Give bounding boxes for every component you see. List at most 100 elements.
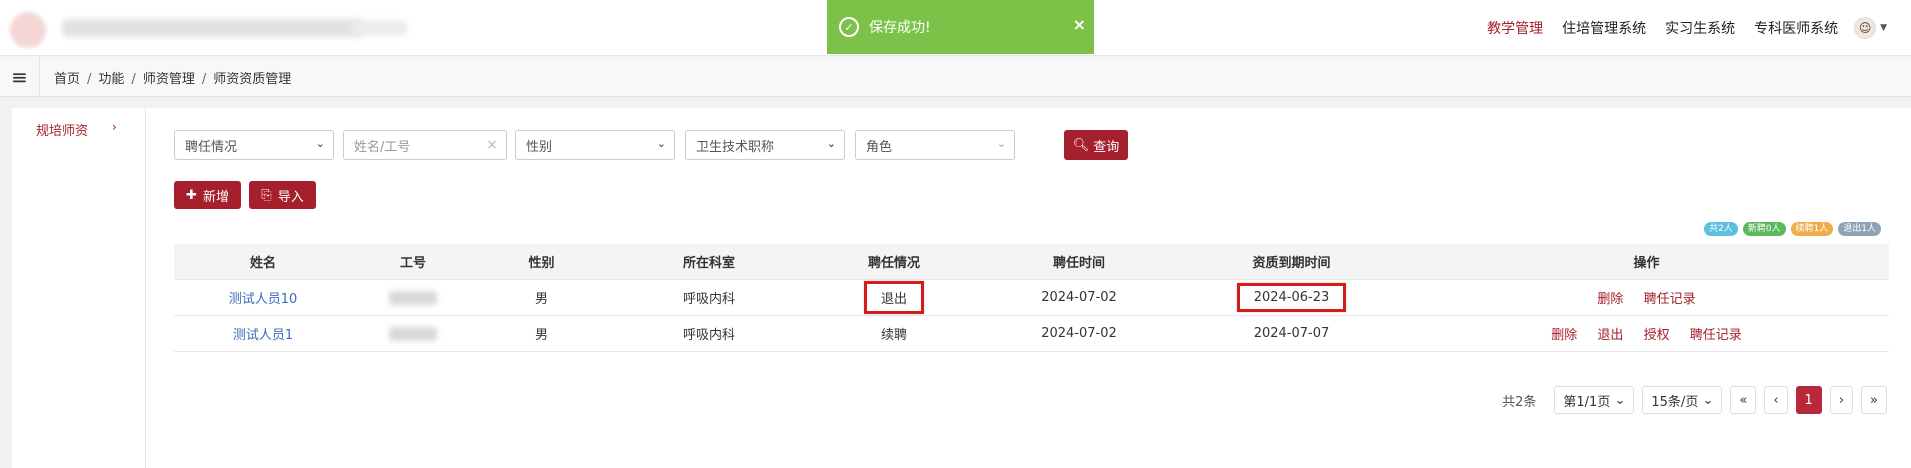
breadcrumb-home[interactable]: 首页 [54, 72, 80, 87]
chevron-down-icon: ⌄ [996, 137, 1006, 150]
page-size-select[interactable]: 15条/页 ⌄ [1642, 386, 1723, 414]
expire-date-cell: 2024-07-07 [1253, 326, 1330, 341]
prev-page-button[interactable]: ‹ [1764, 386, 1788, 414]
professional-title-select[interactable]: 卫生技术职称 ⌄ [685, 130, 845, 160]
page-size-value: 15条/页 [1651, 394, 1699, 410]
teacher-name-link[interactable]: 测试人员1 [233, 328, 293, 343]
nav-intern-system[interactable]: 实习生系统 [1665, 18, 1735, 38]
sidebar-item-residency-teachers[interactable]: 规培师资 [36, 120, 88, 139]
nav-teaching-management[interactable]: 教学管理 [1487, 18, 1543, 38]
query-label: 查询 [1093, 139, 1120, 155]
header-id: 工号 [399, 256, 426, 271]
toast-message: 保存成功! [869, 20, 931, 36]
pagination: 共2条 第1/1页 ⌄ 15条/页 ⌄ « ‹ 1 › » [1502, 386, 1887, 414]
close-icon[interactable]: × [1073, 15, 1086, 34]
dept-cell: 呼吸内科 [682, 328, 735, 343]
badge-exit: 退出1人 [1838, 222, 1881, 236]
chevron-down-icon: ⌄ [1614, 392, 1626, 408]
chevron-down-icon[interactable]: ▼ [1880, 23, 1887, 33]
status-cell-highlighted: 退出 [863, 281, 924, 314]
header-actions: 操作 [1633, 256, 1660, 271]
authorize-link[interactable]: 授权 [1644, 328, 1670, 343]
employment-status-select[interactable]: 聘任情况 ⌄ [174, 130, 334, 160]
role-value: 角色 [866, 139, 893, 155]
page-1-button[interactable]: 1 [1795, 386, 1822, 414]
table-row: 测试人员10 男 呼吸内科 退出 2024-07-02 2024-06-23 删… [174, 280, 1889, 316]
breadcrumb-function[interactable]: 功能 [98, 72, 124, 87]
summary-badges: 共2人 新聘0人 续聘1人 退出1人 [1704, 222, 1881, 236]
employee-id-blurred [389, 326, 437, 341]
nav-specialist-system[interactable]: 专科医师系统 [1754, 18, 1838, 38]
professional-title-value: 卫生技术职称 [696, 139, 775, 155]
total-count: 共2条 [1502, 394, 1537, 410]
system-subname-blurred [352, 20, 407, 36]
search-icon: 🔍︎ [1072, 137, 1090, 153]
role-select[interactable]: 角色 ⌄ [855, 130, 1015, 160]
badge-new: 新聘0人 [1742, 222, 1786, 236]
status-cell: 续聘 [880, 328, 907, 343]
sidebar: 规培师资 › [12, 108, 146, 468]
gender-value: 性别 [526, 139, 553, 155]
chevron-down-icon: ⌄ [315, 137, 325, 150]
logo [10, 12, 46, 48]
name-id-placeholder: 姓名/工号 [354, 139, 411, 155]
import-file-icon: ⎘ [261, 187, 272, 203]
header-status: 聘任情况 [867, 256, 920, 271]
dept-cell: 呼吸内科 [682, 292, 735, 307]
system-name-blurred [62, 19, 362, 37]
header-name: 姓名 [249, 256, 276, 271]
hire-record-link[interactable]: 聘任记录 [1644, 292, 1696, 307]
header-dept: 所在科室 [682, 256, 735, 271]
gender-cell: 男 [534, 328, 548, 343]
hire-date-cell: 2024-07-02 [1041, 290, 1117, 305]
page-select[interactable]: 第1/1页 ⌄ [1554, 386, 1635, 414]
chevron-down-icon: ⌄ [656, 137, 666, 150]
top-nav: 教学管理 住培管理系统 实习生系统 专科医师系统 ☺ ▼ [1468, 0, 1887, 56]
page-select-value: 第1/1页 [1563, 394, 1611, 410]
hamburger-menu-icon[interactable]: ≡ [0, 57, 40, 97]
teacher-table: 姓名 工号 性别 所在科室 聘任情况 聘任时间 资质到期时间 操作 测试人员10… [174, 244, 1889, 352]
employee-id-blurred [389, 290, 437, 305]
main-panel: 聘任情况 ⌄ 姓名/工号 × 性别 ⌄ 卫生技术职称 ⌄ 角色 ⌄ 🔍︎ 查询 ✚… [146, 108, 1911, 468]
chevron-right-icon: › [112, 120, 117, 134]
check-circle-icon: ✓ [839, 17, 859, 37]
top-header: ✓ 保存成功! × 教学管理 住培管理系统 实习生系统 专科医师系统 ☺ ▼ [0, 0, 1911, 56]
teacher-name-link[interactable]: 测试人员10 [229, 292, 298, 307]
table-row: 测试人员1 男 呼吸内科 续聘 2024-07-02 2024-07-07 删除… [174, 316, 1889, 352]
exit-link[interactable]: 退出 [1597, 328, 1623, 343]
import-label: 导入 [277, 189, 304, 205]
name-id-input[interactable]: 姓名/工号 × [343, 130, 507, 160]
expire-date-cell-highlighted: 2024-06-23 [1236, 283, 1347, 312]
nav-residency-system[interactable]: 住培管理系统 [1562, 18, 1646, 38]
add-label: 新增 [202, 189, 229, 205]
hire-record-link[interactable]: 聘任记录 [1690, 328, 1742, 343]
hire-date-cell: 2024-07-02 [1041, 326, 1117, 341]
delete-link[interactable]: 删除 [1597, 292, 1623, 307]
avatar[interactable]: ☺ [1854, 17, 1877, 39]
header-expire-date: 资质到期时间 [1252, 256, 1331, 271]
clear-icon[interactable]: × [486, 137, 498, 153]
chevron-down-icon: ⌄ [826, 137, 836, 150]
gender-cell: 男 [534, 292, 548, 307]
query-button[interactable]: 🔍︎ 查询 [1064, 130, 1128, 160]
breadcrumb-current: 师资资质管理 [213, 72, 292, 87]
badge-total: 共2人 [1704, 222, 1738, 236]
plus-icon: ✚ [186, 187, 197, 203]
breadcrumb-teacher-management[interactable]: 师资管理 [143, 72, 195, 87]
delete-link[interactable]: 删除 [1551, 328, 1577, 343]
header-hire-date: 聘任时间 [1052, 256, 1105, 271]
gender-select[interactable]: 性别 ⌄ [515, 130, 675, 160]
header-gender: 性别 [528, 256, 555, 271]
actions-cell: 删除 聘任记录 [1404, 288, 1889, 307]
actions-cell: 删除 退出 授权 聘任记录 [1404, 324, 1889, 343]
employment-status-value: 聘任情况 [185, 139, 238, 155]
badge-renew: 续聘1人 [1790, 222, 1834, 236]
last-page-button[interactable]: » [1861, 386, 1887, 414]
first-page-button[interactable]: « [1730, 386, 1757, 414]
breadcrumb: 首页 / 功能 / 师资管理 / 师资资质管理 [54, 72, 292, 87]
import-button[interactable]: ⎘ 导入 [249, 181, 316, 209]
breadcrumb-bar: ≡ 首页 / 功能 / 师资管理 / 师资资质管理 [0, 57, 1911, 97]
success-toast: ✓ 保存成功! × [827, 0, 1094, 54]
add-button[interactable]: ✚ 新增 [174, 181, 241, 209]
next-page-button[interactable]: › [1829, 386, 1854, 414]
